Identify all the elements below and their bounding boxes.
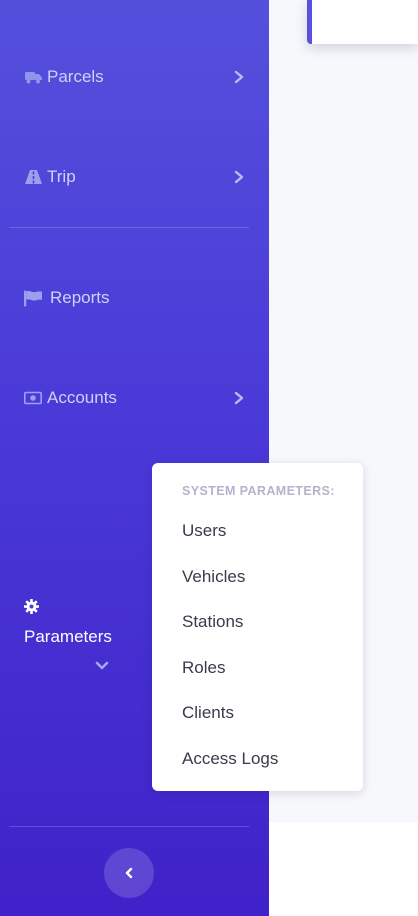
submenu-item-vehicles[interactable]: Vehicles [182,567,245,587]
sidebar-collapse-button[interactable] [104,848,154,898]
gear-icon [24,599,39,614]
truck-icon [24,68,42,86]
sidebar-item-label: Reports [50,288,110,307]
road-icon [24,168,42,186]
chevron-right-icon [234,170,244,184]
sidebar-item-accounts[interactable]: Accounts [24,386,246,410]
sidebar-item-label: Parameters [24,627,112,646]
sidebar-item-label: Trip [47,167,76,186]
submenu-item-access-logs[interactable]: Access Logs [182,749,278,769]
sidebar-item-parcels[interactable]: Parcels [24,65,246,89]
parameters-submenu: SYSTEM PARAMETERS: Users Vehicles Statio… [152,463,363,791]
money-bill-icon [24,389,42,407]
chevron-right-icon [234,70,244,84]
chevron-left-icon [125,867,133,879]
sidebar-divider [9,227,249,228]
sidebar-item-trip[interactable]: Trip [24,165,246,189]
flag-icon [24,289,42,307]
sidebar-item-reports[interactable]: Reports [24,286,246,310]
submenu-item-clients[interactable]: Clients [182,703,234,723]
chevron-down-icon [95,661,109,670]
submenu-item-roles[interactable]: Roles [182,658,225,678]
submenu-item-users[interactable]: Users [182,521,226,541]
chevron-right-icon [234,391,244,405]
app-page: Parcels Trip Reports Accounts Parameters… [0,0,418,916]
top-header-card [307,0,418,44]
sidebar-item-label: Parcels [47,67,104,86]
submenu-item-stations[interactable]: Stations [182,612,243,632]
submenu-header: SYSTEM PARAMETERS: [182,484,335,498]
sidebar-item-label: Accounts [47,388,117,407]
sidebar-divider [9,826,249,827]
